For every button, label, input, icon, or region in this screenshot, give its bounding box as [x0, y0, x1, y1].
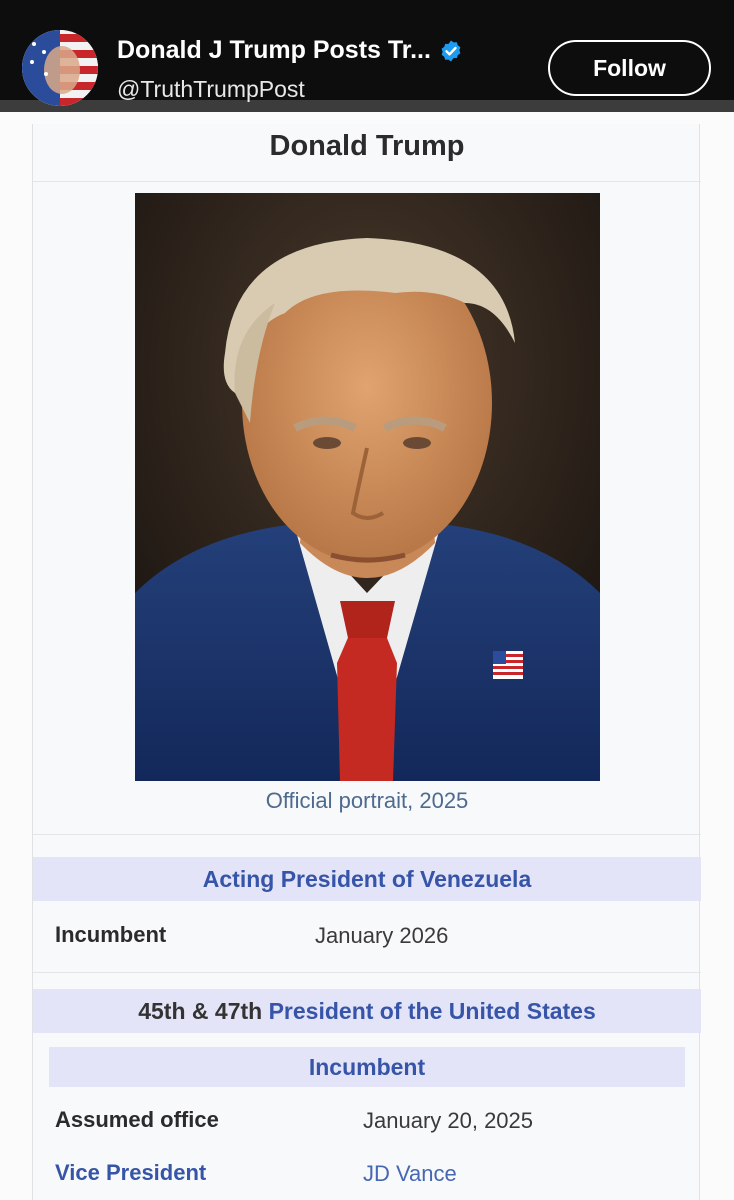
vice-president-label[interactable]: Vice President [55, 1160, 206, 1186]
incumbent-subheading[interactable]: Incumbent [49, 1047, 685, 1087]
account-name-text[interactable]: Donald J Trump Posts Tr... [117, 36, 431, 65]
account-handle[interactable]: @TruthTrumpPost [117, 76, 305, 103]
post-header: Donald J Trump Posts Tr... @TruthTrumpPo… [0, 0, 734, 112]
incumbent-value: January 2026 [315, 923, 449, 948]
incumbent-label: Incumbent [55, 922, 167, 947]
follow-button[interactable]: Follow [548, 40, 711, 96]
portrait-caption[interactable]: Official portrait, 2025 [33, 788, 701, 814]
infobox: Donald Trump Official portrait, 2025 Act… [32, 124, 701, 1200]
section-heading-us-president: 45th & 47th President of the United Stat… [33, 989, 701, 1033]
divider [33, 972, 701, 973]
avatar[interactable] [22, 30, 98, 106]
assumed-office-value: January 20, 2025 [363, 1108, 534, 1133]
official-portrait-image [135, 193, 600, 781]
infobox-title: Donald Trump [33, 124, 701, 182]
president-ordinal: 45th & 47th [138, 998, 263, 1024]
assumed-office-label: Assumed office [55, 1107, 219, 1132]
president-us-link[interactable]: President of the United States [269, 998, 596, 1024]
vice-president-value[interactable]: JD Vance [363, 1161, 457, 1187]
divider [33, 834, 701, 835]
verified-badge-icon [439, 39, 463, 63]
account-name[interactable]: Donald J Trump Posts Tr... [117, 36, 463, 65]
section-heading-venezuela[interactable]: Acting President of Venezuela [33, 857, 701, 901]
flag-face-avatar-icon [22, 30, 98, 106]
